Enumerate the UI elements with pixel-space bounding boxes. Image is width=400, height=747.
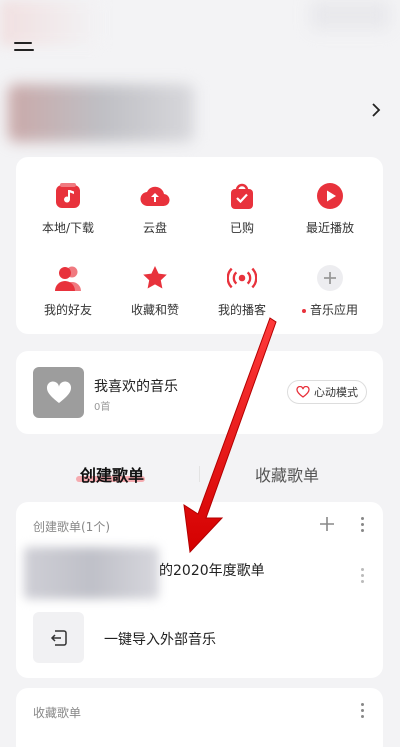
grid-label: 我的播客 xyxy=(217,303,266,317)
status-bar-blur-right xyxy=(310,0,390,30)
broadcast-icon xyxy=(227,263,257,293)
new-badge-dot xyxy=(301,308,306,313)
liked-music-card[interactable]: 我喜欢的音乐 0首 心动模式 xyxy=(16,351,383,434)
grid-label: 音乐应用 xyxy=(290,301,370,318)
status-bar-blur xyxy=(0,0,100,46)
tab-collected-playlists[interactable]: 收藏歌单 xyxy=(255,462,319,486)
collected-playlists-card: 收藏歌单 xyxy=(16,688,383,747)
grid-item-friends[interactable]: 我的好友 xyxy=(28,263,108,318)
grid-label: 我的好友 xyxy=(43,303,92,317)
section-title: 收藏歌单 xyxy=(33,706,82,720)
heart-mode-button[interactable]: 心动模式 xyxy=(287,380,367,404)
grid-label: 最近播放 xyxy=(305,221,354,235)
plus-circle-icon xyxy=(315,263,345,293)
grid-label: 收藏和赞 xyxy=(130,303,179,317)
more-options-icon[interactable] xyxy=(356,703,368,721)
grid-label: 已购 xyxy=(229,221,254,235)
menu-icon[interactable] xyxy=(14,42,36,62)
import-icon xyxy=(50,629,67,646)
more-options-icon[interactable] xyxy=(356,517,368,535)
import-music-icon-box[interactable] xyxy=(33,612,84,663)
heart-outline-icon xyxy=(296,386,310,398)
add-playlist-button[interactable] xyxy=(318,515,336,533)
liked-music-cover xyxy=(33,367,84,418)
grid-item-local-download[interactable]: 本地/下载 xyxy=(28,181,108,236)
cloud-upload-icon xyxy=(140,181,170,211)
grid-item-cloud[interactable]: 云盘 xyxy=(115,181,195,236)
grid-item-music-apps[interactable]: 音乐应用 xyxy=(290,263,370,318)
profile-row[interactable] xyxy=(0,80,400,144)
section-title: 创建歌单(1个) xyxy=(33,520,110,534)
playlist-more-icon[interactable] xyxy=(356,568,368,586)
grid-item-podcast[interactable]: 我的播客 xyxy=(202,263,282,318)
playlist-name[interactable]: 的2020年度歌单 xyxy=(159,560,265,580)
grid-label: 云盘 xyxy=(142,221,167,235)
avatar xyxy=(8,84,194,142)
grid-item-favorites-likes[interactable]: 收藏和赞 xyxy=(115,263,195,318)
heart-icon xyxy=(46,380,71,403)
quick-actions-card: 本地/下载 云盘 已购 最近播放 我的好友 收藏和赞 我的播客 音乐应用 xyxy=(16,157,383,334)
liked-music-count: 0首 xyxy=(94,402,111,413)
grid-label-text: 音乐应用 xyxy=(309,303,358,317)
playlist-cover[interactable] xyxy=(24,547,159,599)
grid-label: 本地/下载 xyxy=(41,221,95,235)
grid-item-recent-play[interactable]: 最近播放 xyxy=(290,181,370,236)
music-note-icon xyxy=(53,181,83,211)
shopping-bag-icon xyxy=(227,181,257,211)
chevron-right-icon[interactable] xyxy=(370,102,382,118)
liked-music-title: 我喜欢的音乐 xyxy=(94,379,178,395)
created-playlists-card: 创建歌单(1个) 的2020年度歌单 一键导入外部音乐 xyxy=(16,502,383,678)
friends-icon xyxy=(53,263,83,293)
import-music-label[interactable]: 一键导入外部音乐 xyxy=(104,629,216,649)
star-icon xyxy=(140,263,170,293)
grid-item-purchased[interactable]: 已购 xyxy=(202,181,282,236)
play-circle-icon xyxy=(315,181,345,211)
tab-divider xyxy=(199,466,200,482)
heart-mode-label: 心动模式 xyxy=(314,386,358,399)
tab-created-playlists[interactable]: 创建歌单 xyxy=(80,462,144,486)
